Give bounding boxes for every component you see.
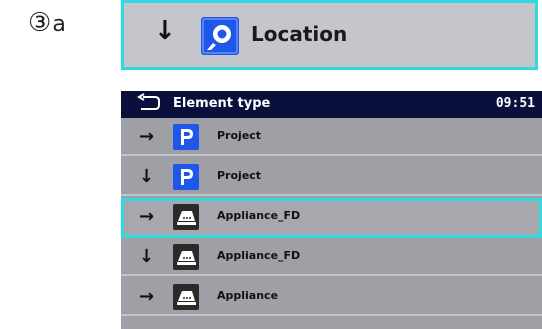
screen-header: Element type 09:51 [121,91,542,118]
list-item-label: Appliance_FD [217,249,301,262]
list-item[interactable]: ↓ Appliance_FD [121,238,542,276]
step-label: ③a [28,8,66,40]
clock: 09:51 [495,96,535,111]
appliance-icon [173,204,199,230]
list-item[interactable]: → Appliance [121,278,542,316]
right-arrow-icon: → [139,206,155,227]
appliance-icon [173,284,199,310]
list-item-label: Appliance [217,289,279,302]
location-label: Location [251,22,348,46]
list-item-selected[interactable]: → Appliance_FD [121,198,542,238]
right-arrow-icon: → [139,126,155,147]
project-icon [173,124,199,150]
down-arrow-icon: ↓ [154,16,176,46]
appliance-icon [173,244,199,270]
location-icon [201,17,239,55]
screen-title: Element type [173,96,271,111]
list-item[interactable]: → Project [121,118,542,156]
down-arrow-icon: ↓ [139,246,155,267]
list-item[interactable]: ↓ Project [121,158,542,196]
step-number: ③ [28,8,52,38]
right-arrow-icon: → [139,286,155,307]
back-arrow-icon[interactable] [137,93,161,113]
step-suffix: a [52,12,66,37]
list-item-label: Project [217,169,262,182]
down-arrow-icon: ↓ [139,166,155,187]
location-zoom-item: ↓ Location [121,0,538,70]
list-item-label: Project [217,129,262,142]
instrument-screen: Element type 09:51 → Project ↓ Project →… [121,91,542,329]
list-item-label: Appliance_FD [217,209,301,222]
project-icon [173,164,199,190]
